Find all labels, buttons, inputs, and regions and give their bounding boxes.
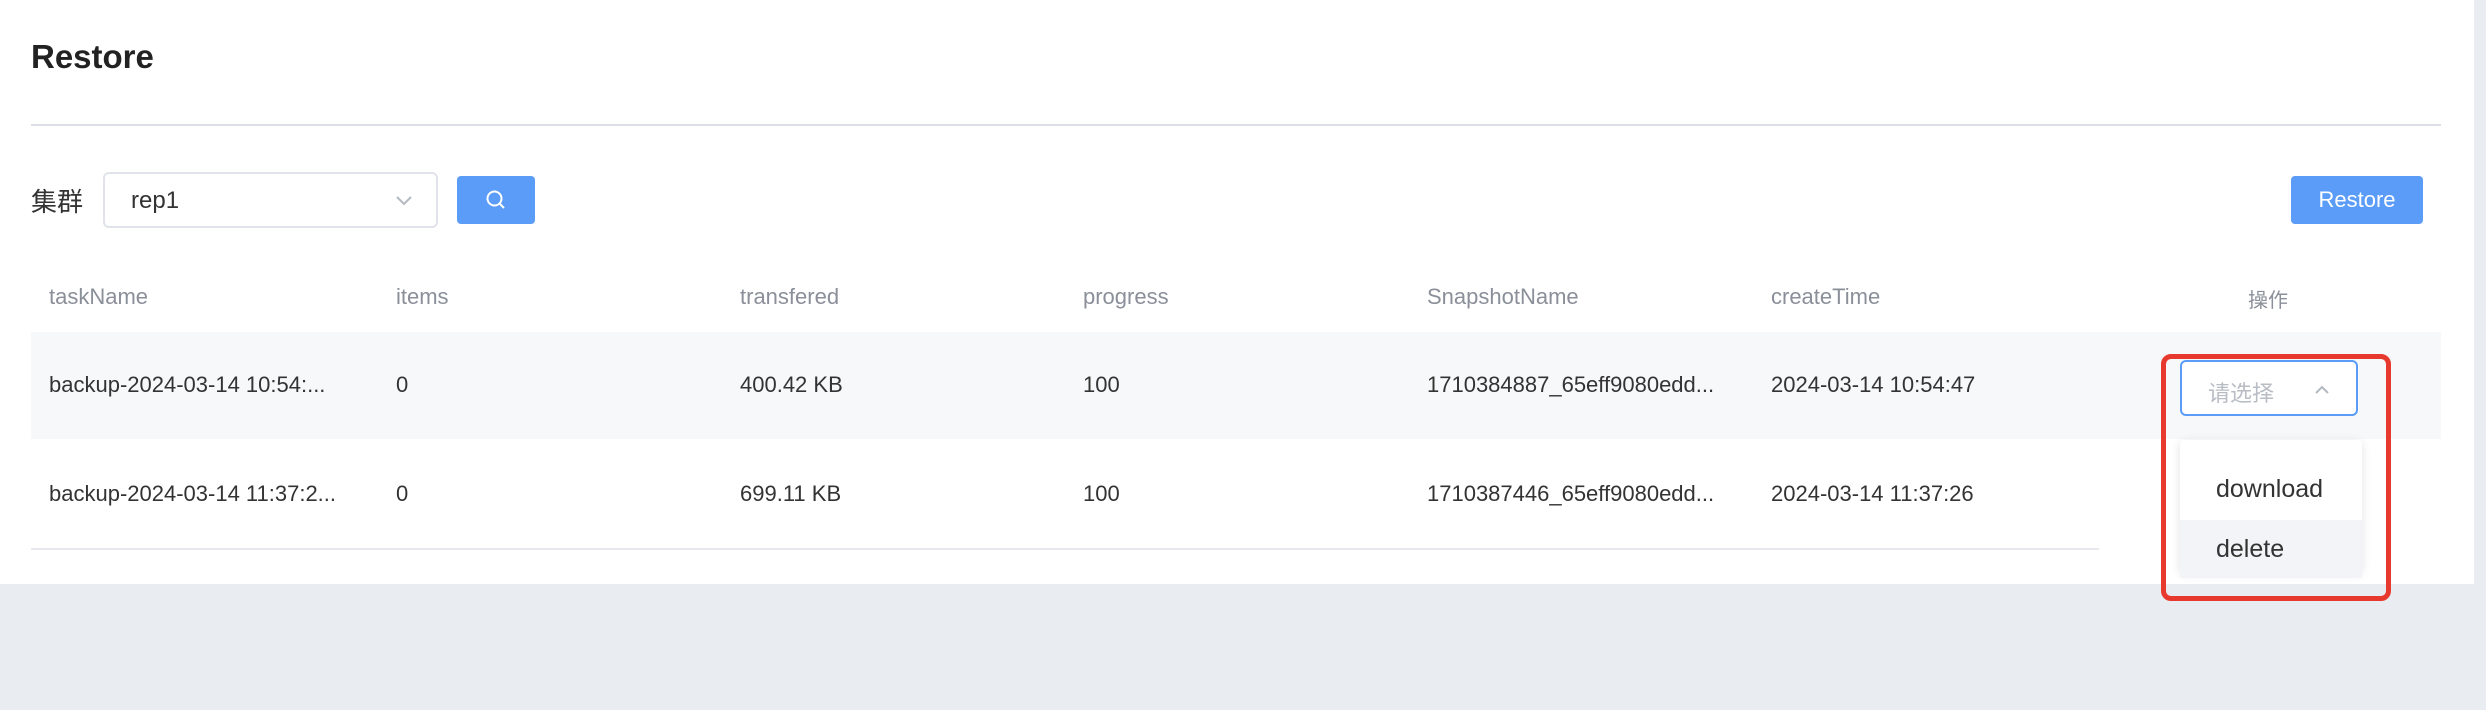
- operation-select[interactable]: 请选择: [2180, 360, 2358, 416]
- operation-select-placeholder: 请选择: [2208, 382, 2275, 407]
- operation-dropdown-menu: download delete: [2180, 440, 2362, 578]
- restore-button[interactable]: Restore: [2291, 176, 2423, 224]
- cluster-select[interactable]: rep1: [103, 172, 438, 228]
- cell-createtime: 2024-03-14 10:54:47: [1771, 372, 1976, 397]
- cell-items: 0: [396, 372, 409, 397]
- header-items: items: [396, 284, 449, 309]
- dropdown-item-download[interactable]: download: [2180, 460, 2362, 518]
- chevron-down-icon: [396, 196, 412, 206]
- cell-taskname: backup-2024-03-14 10:54:...: [49, 372, 326, 397]
- header-createtime: createTime: [1771, 284, 1881, 309]
- cell-snapshotname: 1710384887_65eff9080edd...: [1427, 372, 1715, 397]
- header-operation: 操作: [2248, 288, 2288, 312]
- header-snapshotname: SnapshotName: [1427, 284, 1579, 309]
- cell-progress: 100: [1083, 372, 1120, 397]
- cluster-select-value: rep1: [131, 187, 180, 214]
- cell-transfered: 699.11 KB: [740, 481, 842, 506]
- cell-transfered: 400.42 KB: [740, 372, 843, 397]
- table-row: backup-2024-03-14 11:37:2... 0 699.11 KB…: [31, 441, 2099, 550]
- table-row: backup-2024-03-14 10:54:... 0 400.42 KB …: [31, 332, 2441, 439]
- dropdown-item-delete[interactable]: delete: [2180, 520, 2362, 578]
- cluster-filter-label: 集群: [31, 188, 84, 218]
- restore-panel: Restore 集群 rep1 Restore taskName items t…: [0, 0, 2474, 601]
- chevron-up-icon: [2315, 385, 2329, 394]
- search-button[interactable]: [457, 176, 535, 224]
- cell-snapshotname: 1710387446_65eff9080edd...: [1427, 481, 1715, 506]
- search-icon: [486, 190, 505, 209]
- header-transfered: transfered: [740, 284, 840, 309]
- cell-createtime: 2024-03-14 11:37:26: [1771, 481, 1974, 506]
- cell-progress: 100: [1083, 481, 1120, 506]
- cell-taskname: backup-2024-03-14 11:37:2...: [49, 481, 337, 506]
- title-divider: [31, 124, 2441, 126]
- page-title: Restore: [31, 38, 154, 75]
- header-progress: progress: [1083, 284, 1169, 309]
- header-taskname: taskName: [49, 284, 149, 309]
- cell-items: 0: [396, 481, 409, 506]
